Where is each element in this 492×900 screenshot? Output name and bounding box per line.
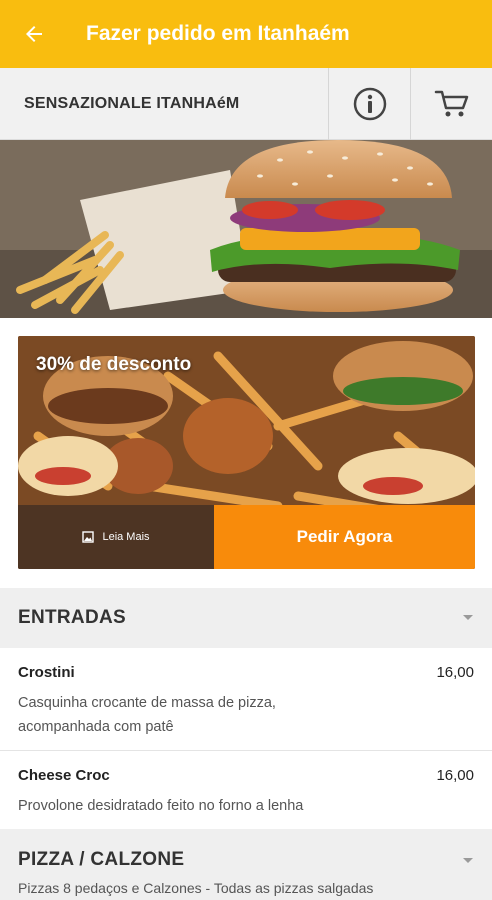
promo-card: 30% de desconto Leia Mais Pedir Agora [18,336,475,569]
item-name: Cheese Croc [18,767,110,784]
chevron-down-icon [463,615,473,620]
info-icon [353,87,386,120]
read-more-label: Leia Mais [102,531,150,543]
arrow-left-icon [26,26,42,42]
item-price: 16,00 [436,664,474,681]
item-price: 16,00 [436,767,474,784]
info-button[interactable] [328,67,410,140]
cart-button[interactable] [410,67,492,140]
read-more-button[interactable]: Leia Mais [18,505,214,569]
item-description: Provolone desidratado feito no forno a l… [18,794,474,818]
chevron-down-icon [463,858,473,863]
hero-image [0,140,492,318]
section-header-entradas[interactable]: ENTRADAS [0,588,492,648]
section-description: Pizzas 8 pedaços e Calzones - Todas as p… [18,880,374,896]
item-description-line: acompanhada com patê [18,719,174,735]
image-icon [82,531,95,543]
app-bar: Fazer pedido em Itanhaém [0,0,492,68]
section-title: PIZZA / CALZONE [18,849,185,870]
section-title: ENTRADAS [18,607,126,628]
back-button[interactable] [0,0,68,68]
store-bar: SENSAZIONALE ITANHAéM [0,67,492,140]
item-name: Crostini [18,664,75,681]
menu-item-crostini[interactable]: Crostini 16,00 Casquinha crocante de mas… [0,648,492,750]
order-now-button[interactable]: Pedir Agora [214,505,475,569]
store-name: SENSAZIONALE ITANHAéM [24,94,240,112]
page-title: Fazer pedido em Itanhaém [86,22,350,45]
promo-actions: Leia Mais Pedir Agora [18,505,475,569]
item-description: Casquinha crocante de massa de pizza, ac… [18,691,474,739]
menu-item-cheese-croc[interactable]: Cheese Croc 16,00 Provolone desidratado … [0,751,492,829]
promo-title: 30% de desconto [36,354,192,375]
item-description-line: Casquinha crocante de massa de pizza, [18,695,276,711]
cart-icon [434,90,468,116]
item-description-line: Provolone desidratado feito no forno a l… [18,798,304,814]
